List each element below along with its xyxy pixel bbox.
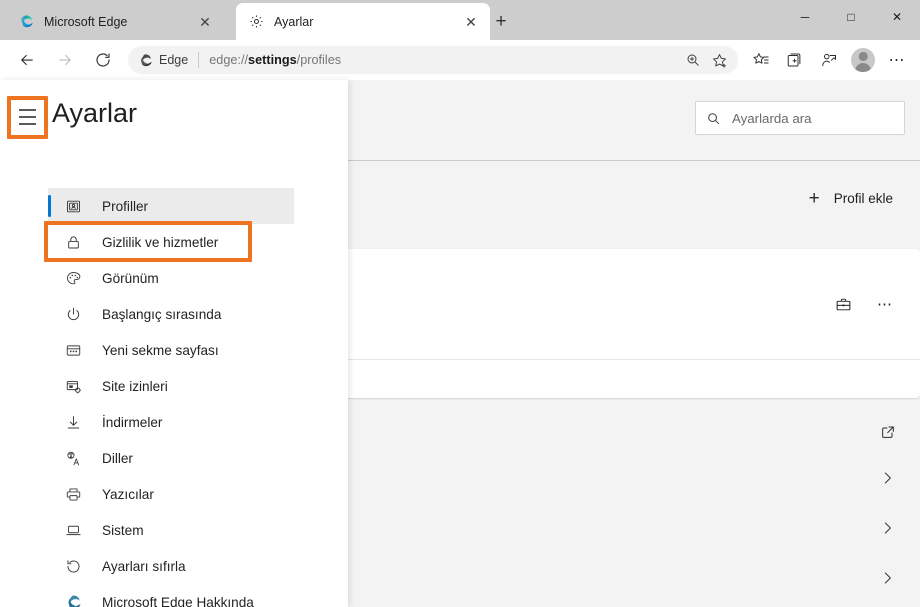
zoom-in-icon[interactable] <box>680 48 706 72</box>
minimize-button[interactable]: ─ <box>782 0 828 34</box>
sidebar-item-yazicilar[interactable]: Yazıcılar <box>48 476 294 512</box>
more-horizontal-icon[interactable]: ⋯ <box>880 45 914 75</box>
sidebar-item-label: Görünüm <box>102 271 159 286</box>
refresh-button[interactable] <box>84 45 122 75</box>
address-bar[interactable]: Edge edge://settings/profiles <box>128 46 738 74</box>
briefcase-icon[interactable] <box>835 296 852 313</box>
edge-logo-icon <box>18 14 34 30</box>
search-input[interactable]: Ayarlarda ara <box>732 111 812 126</box>
sidebar-item-label: İndirmeler <box>102 415 162 430</box>
palette-icon <box>63 268 83 288</box>
tab-ayarlar[interactable]: Ayarlar ✕ <box>236 3 490 40</box>
sidebar-item-label: Diller <box>102 451 133 466</box>
profile-card-actions: ⋯ <box>835 295 893 313</box>
chevron-right-icon[interactable] <box>879 570 896 587</box>
reset-icon <box>63 556 83 576</box>
star-icon[interactable] <box>706 48 732 72</box>
edge-brand: Edge <box>138 53 188 68</box>
sidebar-item-gorunum[interactable]: Görünüm <box>48 260 294 296</box>
lock-icon <box>63 232 83 252</box>
sidebar-item-diller[interactable]: Diller <box>48 440 294 476</box>
power-icon <box>63 304 83 324</box>
site-permissions-icon <box>63 376 83 396</box>
url-prefix: edge:// <box>209 53 248 67</box>
sidebar-item-sifirla[interactable]: Ayarları sıfırla <box>48 548 294 584</box>
edge-logo-icon <box>138 53 153 68</box>
avatar <box>851 48 875 72</box>
sidebar-item-label: Yeni sekme sayfası <box>102 343 219 358</box>
plus-icon: + <box>809 189 820 208</box>
external-link-icon[interactable] <box>880 424 896 440</box>
add-profile-label: Profil ekle <box>834 191 893 206</box>
collections-icon[interactable] <box>778 45 812 75</box>
new-tab-page-icon <box>63 340 83 360</box>
sidebar-item-label: Profiller <box>102 199 148 214</box>
sidebar-item-baslangic[interactable]: Başlangıç sırasında <box>48 296 294 332</box>
sidebar-item-label: Gizlilik ve hizmetler <box>102 235 218 250</box>
laptop-icon <box>63 520 83 540</box>
sidebar-item-siteizinleri[interactable]: Site izinleri <box>48 368 294 404</box>
search-settings-box[interactable]: Ayarlarda ara <box>695 101 905 135</box>
settings-nav-list: Profiller Gizlilik ve hizmetler <box>48 188 294 607</box>
url-bold: settings <box>248 53 297 67</box>
close-window-button[interactable]: ✕ <box>874 0 920 34</box>
settings-menu-toggle[interactable] <box>11 101 43 133</box>
back-button[interactable] <box>8 45 46 75</box>
sidebar-item-sistem[interactable]: Sistem <box>48 512 294 548</box>
browser-toolbar: Edge edge://settings/profiles <box>0 40 920 80</box>
sidebar-item-yenisekme[interactable]: Yeni sekme sayfası <box>48 332 294 368</box>
browser-window: Microsoft Edge ✕ Ayarlar ✕ + ─ □ ✕ <box>0 0 920 607</box>
search-icon <box>706 111 721 126</box>
chevron-right-icon[interactable] <box>879 470 896 487</box>
gear-icon <box>248 14 264 30</box>
sidebar-item-gizlilik[interactable]: Gizlilik ve hizmetler <box>48 224 294 260</box>
url-text: edge://settings/profiles <box>209 53 680 67</box>
edge-logo-icon <box>63 592 83 607</box>
brand-label: Edge <box>159 53 188 67</box>
download-icon <box>63 412 83 432</box>
sidebar-item-label: Yazıcılar <box>102 487 154 502</box>
sidebar-item-label: Başlangıç sırasında <box>102 307 221 322</box>
sidebar-item-label: Sistem <box>102 523 144 538</box>
sidebar-item-hakkinda[interactable]: Microsoft Edge Hakkında <box>48 584 294 607</box>
printer-icon <box>63 484 83 504</box>
account-avatar-icon[interactable] <box>846 45 880 75</box>
favorites-icon[interactable] <box>744 45 778 75</box>
add-profile-row: + Profil ekle <box>348 161 920 249</box>
hamburger-bar <box>19 123 36 125</box>
new-tab-button[interactable]: + <box>487 8 515 34</box>
tab-title: Microsoft Edge <box>44 15 194 29</box>
divider <box>198 52 199 68</box>
page-title: Ayarlar <box>52 100 137 127</box>
add-profile-button[interactable]: + Profil ekle <box>809 189 893 208</box>
window-controls: ─ □ ✕ <box>782 0 920 40</box>
profile-card-icon <box>63 196 83 216</box>
sidebar-item-profiller[interactable]: Profiller <box>48 188 294 224</box>
hamburger-bar <box>19 116 36 118</box>
sidebar-item-label: Ayarları sıfırla <box>102 559 186 574</box>
hamburger-bar <box>19 109 36 111</box>
tab-strip: Microsoft Edge ✕ Ayarlar ✕ + ─ □ ✕ <box>0 0 920 40</box>
close-icon[interactable]: ✕ <box>194 11 216 33</box>
tab-microsoft-edge[interactable]: Microsoft Edge ✕ <box>6 3 224 40</box>
share-icon[interactable] <box>812 45 846 75</box>
maximize-button[interactable]: □ <box>828 0 874 34</box>
close-icon[interactable]: ✕ <box>460 11 482 33</box>
sidebar-item-label: Microsoft Edge Hakkında <box>102 595 254 607</box>
languages-icon <box>63 448 83 468</box>
url-suffix: /profiles <box>297 53 341 67</box>
tab-title: Ayarlar <box>274 15 460 29</box>
sidebar-item-indirmeler[interactable]: İndirmeler <box>48 404 294 440</box>
sidebar-item-label: Site izinleri <box>102 379 168 394</box>
forward-button[interactable] <box>46 45 84 75</box>
more-horizontal-icon[interactable]: ⋯ <box>877 295 893 313</box>
chevron-right-icon[interactable] <box>879 520 896 537</box>
